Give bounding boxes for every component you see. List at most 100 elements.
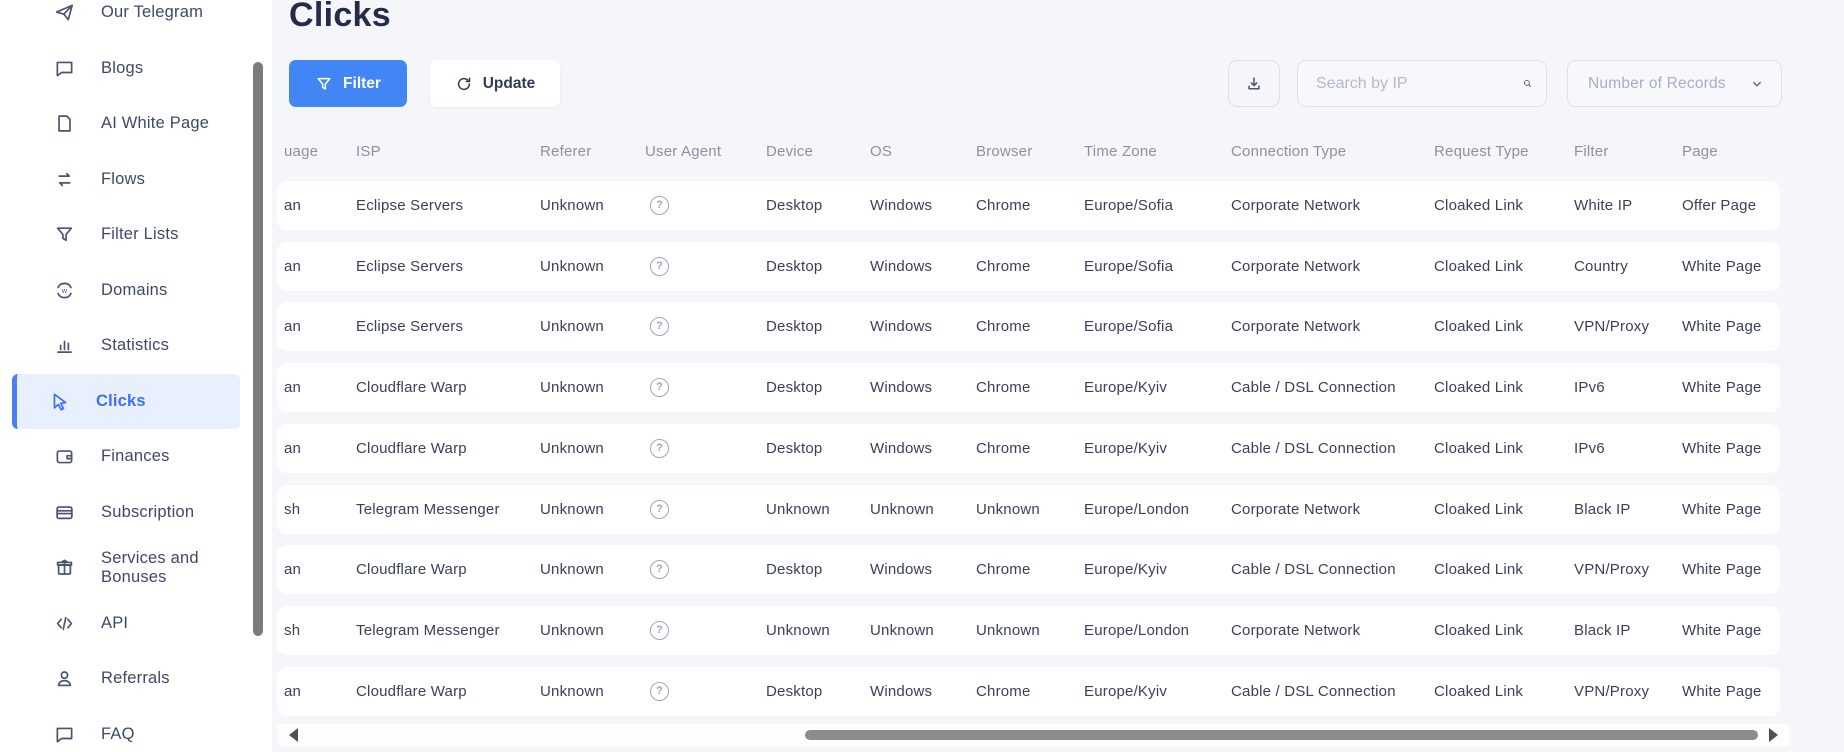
horizontal-scrollbar-thumb[interactable] xyxy=(805,730,1758,740)
help-icon[interactable]: ? xyxy=(650,681,669,701)
sidebar: Our Telegram Blogs AI White Page Flows F… xyxy=(0,0,272,752)
cell-request-type: Cloaked Link xyxy=(1434,439,1524,457)
cell-referer: Unknown xyxy=(540,561,604,579)
scroll-right-arrow-icon[interactable] xyxy=(1769,728,1778,742)
help-icon[interactable]: ? xyxy=(650,196,669,215)
sidebar-item-label: Domains xyxy=(101,280,168,299)
cell-device: Desktop xyxy=(766,439,823,457)
sidebar-item-label: Filter Lists xyxy=(101,225,179,244)
chat-bubble-icon xyxy=(53,57,75,79)
help-icon[interactable]: ? xyxy=(650,499,669,519)
filter-button[interactable]: Filter xyxy=(289,60,407,107)
cell-device: Desktop xyxy=(766,682,823,700)
sidebar-item-domains[interactable]: w Domains xyxy=(12,263,240,319)
sidebar-item-finances[interactable]: Finances xyxy=(12,429,240,485)
main-content: Clicks Filter Update Number of Records u… xyxy=(272,0,1844,752)
update-button[interactable]: Update xyxy=(430,60,560,107)
help-icon[interactable]: ? xyxy=(650,560,669,580)
cell-request-type: Cloaked Link xyxy=(1434,379,1524,397)
cell-isp: Telegram Messenger xyxy=(356,621,500,639)
cell-referer: Unknown xyxy=(540,197,604,214)
sidebar-item-subscription[interactable]: Subscription xyxy=(12,485,240,541)
cell-os: Windows xyxy=(870,439,933,457)
cell-language: an xyxy=(284,439,302,457)
records-per-page-select[interactable]: Number of Records xyxy=(1567,60,1782,107)
cell-browser: Unknown xyxy=(976,500,1040,518)
cell-connection-type: Corporate Network xyxy=(1231,197,1361,214)
cell-filter: Black IP xyxy=(1574,500,1631,518)
cell-device: Unknown xyxy=(766,621,830,639)
cell-request-type: Cloaked Link xyxy=(1434,257,1524,275)
cell-filter: IPv6 xyxy=(1574,439,1605,457)
cell-language: an xyxy=(284,379,302,397)
svg-text:w: w xyxy=(60,286,67,295)
sidebar-item-ai-white-page[interactable]: AI White Page xyxy=(12,96,240,152)
sidebar-item-api[interactable]: API xyxy=(12,596,240,652)
cell-isp: Cloudflare Warp xyxy=(356,682,467,700)
cell-page: White Page xyxy=(1682,621,1762,639)
cell-os: Windows xyxy=(870,197,933,214)
table-row[interactable]: an Cloudflare Warp Unknown Desktop Windows Ch… xyxy=(277,545,1780,595)
table-row[interactable]: an Eclipse Servers Unknown Desktop Windows Ch… xyxy=(277,181,1780,230)
table-row[interactable]: an Eclipse Servers Unknown Desktop Windows Ch… xyxy=(277,302,1780,352)
download-button[interactable] xyxy=(1228,60,1280,107)
help-icon[interactable]: ? xyxy=(650,620,669,640)
cell-filter: VPN/Proxy xyxy=(1574,318,1650,336)
records-select-label: Number of Records xyxy=(1588,74,1726,92)
sidebar-item-our-telegram[interactable]: Our Telegram xyxy=(12,0,240,41)
sidebar-item-filter-lists[interactable]: Filter Lists xyxy=(12,207,240,263)
cell-language: an xyxy=(284,561,302,579)
cell-connection-type: Cable / DSL Connection xyxy=(1231,682,1396,700)
column-header-page: Page xyxy=(1682,143,1718,160)
funnel-icon xyxy=(53,224,75,246)
sidebar-item-faq[interactable]: FAQ xyxy=(12,707,240,752)
cell-browser: Chrome xyxy=(976,561,1031,579)
sidebar-item-clicks[interactable]: Clicks xyxy=(12,373,240,429)
sidebar-item-label: Flows xyxy=(101,169,146,188)
cell-filter: White IP xyxy=(1574,197,1633,214)
help-icon[interactable]: ? xyxy=(650,317,669,337)
telegram-icon xyxy=(53,2,75,24)
cell-filter: IPv6 xyxy=(1574,379,1605,397)
cell-device: Desktop xyxy=(766,379,823,397)
help-icon[interactable]: ? xyxy=(650,256,669,276)
sidebar-item-services-and-bonuses[interactable]: Services and Bonuses xyxy=(12,540,240,596)
search-input[interactable] xyxy=(1316,74,1523,93)
cell-os: Windows xyxy=(870,379,933,397)
sidebar-item-referrals[interactable]: Referrals xyxy=(12,651,240,707)
table-row[interactable]: sh Telegram Messenger Unknown Unknown Unknow… xyxy=(277,605,1780,655)
cell-time-zone: Europe/Kyiv xyxy=(1084,561,1168,579)
column-header-user-agent: User Agent xyxy=(645,143,722,160)
sidebar-item-label: Blogs xyxy=(101,58,144,77)
sidebar-item-statistics[interactable]: Statistics xyxy=(12,318,240,374)
funnel-icon xyxy=(317,77,331,90)
cell-referer: Unknown xyxy=(540,621,604,639)
table-row[interactable]: an Cloudflare Warp Unknown Desktop Windows Ch… xyxy=(277,423,1780,473)
column-header-isp: ISP xyxy=(356,143,381,160)
scroll-left-arrow-icon[interactable] xyxy=(289,728,298,742)
sidebar-item-label: Services and Bonuses xyxy=(101,548,199,586)
sidebar-item-flows[interactable]: Flows xyxy=(12,152,240,208)
help-icon[interactable]: ? xyxy=(650,438,669,458)
cell-isp: Eclipse Servers xyxy=(356,318,464,336)
cell-language: an xyxy=(284,318,302,336)
help-icon[interactable]: ? xyxy=(650,378,669,398)
sidebar-item-label: Subscription xyxy=(101,502,195,521)
cell-device: Desktop xyxy=(766,561,823,579)
sidebar-item-label: Our Telegram xyxy=(101,3,204,22)
table-row[interactable]: an Eclipse Servers Unknown Desktop Windows Ch… xyxy=(277,241,1780,291)
cell-browser: Unknown xyxy=(976,621,1040,639)
table-row[interactable]: an Cloudflare Warp Unknown Desktop Windows Ch… xyxy=(277,666,1780,716)
table-row[interactable]: an Cloudflare Warp Unknown Desktop Windows Ch… xyxy=(277,363,1780,413)
sidebar-item-blogs[interactable]: Blogs xyxy=(12,41,240,97)
cell-language: an xyxy=(284,197,302,214)
table-row[interactable]: sh Telegram Messenger Unknown Unknown Unknow… xyxy=(277,484,1780,534)
cell-time-zone: Europe/Kyiv xyxy=(1084,439,1168,457)
filter-button-label: Filter xyxy=(343,74,381,92)
cell-connection-type: Corporate Network xyxy=(1231,621,1361,639)
table-header-row: uage ISP Referer User Agent Device OS Browser T… xyxy=(277,138,1780,166)
vertical-scrollbar-thumb[interactable] xyxy=(253,62,263,636)
sidebar-item-label: AI White Page xyxy=(101,114,210,133)
sidebar-nav: Our Telegram Blogs AI White Page Flows F… xyxy=(0,0,250,752)
search-icon[interactable] xyxy=(1523,74,1532,93)
